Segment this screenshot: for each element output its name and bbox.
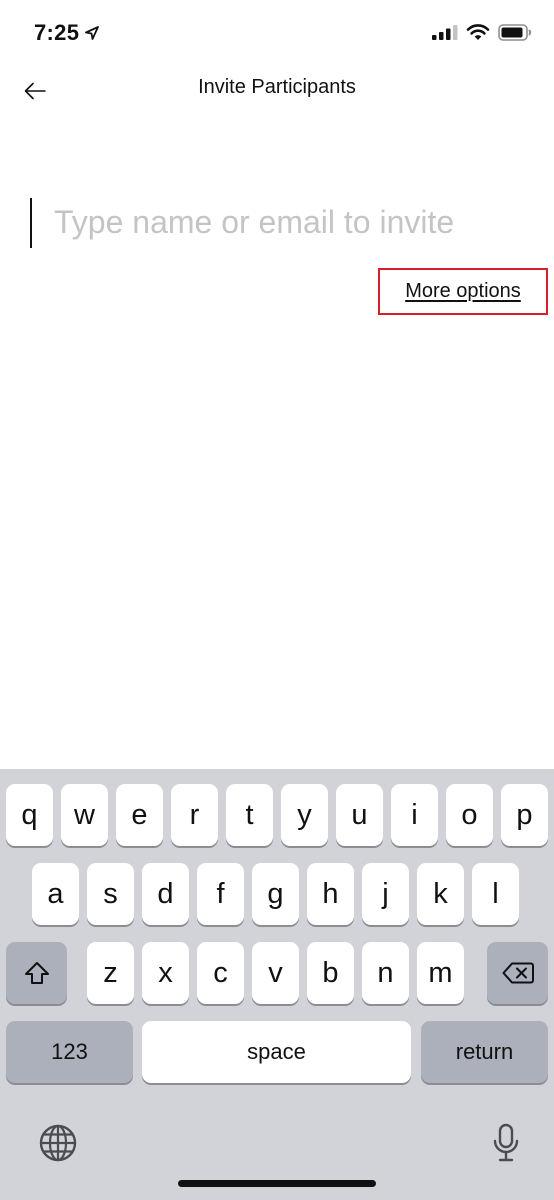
key-l[interactable]: l xyxy=(472,863,519,925)
key-r[interactable]: r xyxy=(171,784,218,846)
key-p[interactable]: p xyxy=(501,784,548,846)
globe-button[interactable] xyxy=(36,1121,80,1165)
key-v[interactable]: v xyxy=(252,942,299,1004)
shift-icon xyxy=(24,962,49,984)
key-j[interactable]: j xyxy=(362,863,409,925)
more-options-link[interactable]: More options xyxy=(378,268,548,315)
microphone-icon xyxy=(493,1123,519,1162)
key-x[interactable]: x xyxy=(142,942,189,1004)
key-i[interactable]: i xyxy=(391,784,438,846)
key-z[interactable]: z xyxy=(87,942,134,1004)
text-caret xyxy=(30,198,32,248)
return-key[interactable]: return xyxy=(421,1021,548,1083)
key-h[interactable]: h xyxy=(307,863,354,925)
more-options-label: More options xyxy=(405,280,521,302)
key-f[interactable]: f xyxy=(197,863,244,925)
key-w[interactable]: w xyxy=(61,784,108,846)
cellular-signal-icon xyxy=(432,25,458,40)
key-s[interactable]: s xyxy=(87,863,134,925)
key-t[interactable]: t xyxy=(226,784,273,846)
space-key[interactable]: space xyxy=(142,1021,411,1083)
key-k[interactable]: k xyxy=(417,863,464,925)
location-arrow-icon xyxy=(85,26,100,40)
key-d[interactable]: d xyxy=(142,863,189,925)
status-icons xyxy=(432,23,532,41)
dictation-button[interactable] xyxy=(484,1121,528,1165)
invite-input[interactable] xyxy=(54,194,524,250)
key-o[interactable]: o xyxy=(446,784,493,846)
onscreen-keyboard: q w e r t y u i o p a s d f g h j k l z … xyxy=(0,769,554,1200)
key-b[interactable]: b xyxy=(307,942,354,1004)
key-q[interactable]: q xyxy=(6,784,53,846)
globe-icon xyxy=(39,1124,77,1162)
key-m[interactable]: m xyxy=(417,942,464,1004)
battery-icon xyxy=(498,23,532,41)
key-a[interactable]: a xyxy=(32,863,79,925)
status-time-text: 7:25 xyxy=(34,20,80,45)
status-time: 7:25 xyxy=(34,20,100,46)
status-bar: 7:25 xyxy=(0,0,554,68)
invite-field[interactable] xyxy=(26,194,526,250)
numbers-key[interactable]: 123 xyxy=(6,1021,133,1083)
key-g[interactable]: g xyxy=(252,863,299,925)
key-e[interactable]: e xyxy=(116,784,163,846)
key-n[interactable]: n xyxy=(362,942,409,1004)
key-y[interactable]: y xyxy=(281,784,328,846)
delete-key[interactable] xyxy=(487,942,548,1004)
wifi-icon xyxy=(466,24,490,40)
header: Invite Participants xyxy=(0,66,554,114)
key-c[interactable]: c xyxy=(197,942,244,1004)
backspace-icon xyxy=(502,962,534,984)
key-u[interactable]: u xyxy=(336,784,383,846)
home-indicator[interactable] xyxy=(178,1180,376,1187)
page-title: Invite Participants xyxy=(198,76,356,98)
shift-key[interactable] xyxy=(6,942,67,1004)
